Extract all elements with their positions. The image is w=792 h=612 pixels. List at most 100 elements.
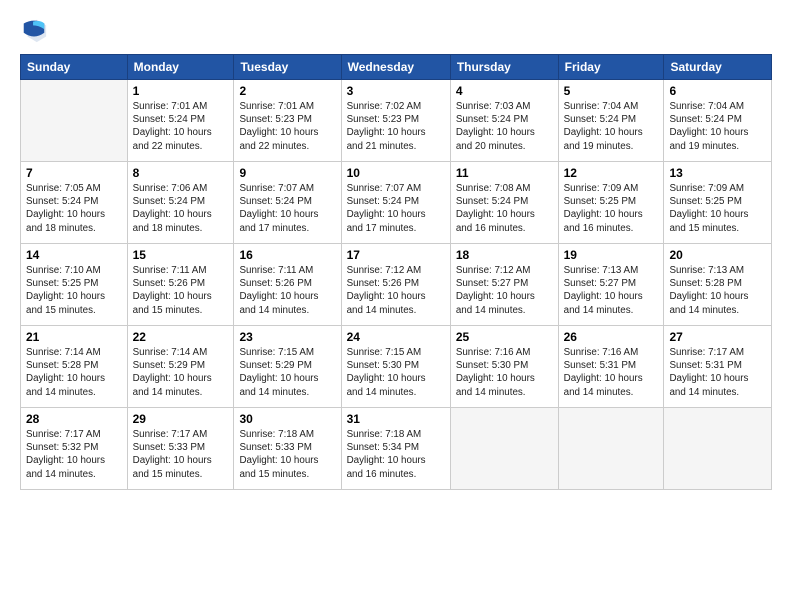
day-info: Sunrise: 7:17 AMSunset: 5:33 PMDaylight:…: [133, 428, 229, 481]
calendar-cell: 9 Sunrise: 7:07 AMSunset: 5:24 PMDaylight…: [234, 162, 341, 244]
week-row: 7Sunrise: 7:05 AMSunset: 5:24 PMDaylight…: [21, 162, 772, 244]
calendar-cell: 11 Sunrise: 7:08 AMSunset: 5:24 PMDayligh…: [450, 162, 558, 244]
day-number: 14: [26, 248, 122, 262]
day-info: Sunrise: 7:02 AMSunset: 5:23 PMDaylight:…: [347, 100, 445, 153]
calendar-cell: 30Sunrise: 7:18 AMSunset: 5:33 PMDayligh…: [234, 408, 341, 490]
weekday-header-cell: Sunday: [21, 55, 128, 80]
calendar-cell: 10Sunrise: 7:07 AMSunset: 5:24 PMDayligh…: [341, 162, 450, 244]
calendar-cell: 20 Sunrise: 7:13 AMSunset: 5:28 PMDayligh…: [664, 244, 772, 326]
calendar-cell: [664, 408, 772, 490]
weekday-header-cell: Wednesday: [341, 55, 450, 80]
day-info: Sunrise: 7:16 AMSunset: 5:30 PMDaylight:…: [456, 346, 553, 399]
calendar-cell: 4 Sunrise: 7:03 AMSunset: 5:24 PMDaylight…: [450, 80, 558, 162]
day-number: 13: [669, 166, 766, 180]
day-number: 29: [133, 412, 229, 426]
day-info: Sunrise: 7:06 AMSunset: 5:24 PMDaylight:…: [133, 182, 229, 235]
calendar-cell: 25Sunrise: 7:16 AMSunset: 5:30 PMDayligh…: [450, 326, 558, 408]
day-number: 31: [347, 412, 445, 426]
calendar-cell: [558, 408, 664, 490]
day-number: 4: [456, 84, 553, 98]
day-info: Sunrise: 7:04 AMSunset: 5:24 PMDaylight:…: [564, 100, 659, 153]
calendar-cell: 16 Sunrise: 7:11 AMSunset: 5:26 PMDayligh…: [234, 244, 341, 326]
weekday-header-row: SundayMondayTuesdayWednesdayThursdayFrid…: [21, 55, 772, 80]
day-info: Sunrise: 7:12 AMSunset: 5:26 PMDaylight:…: [347, 264, 445, 317]
day-info: Sunrise: 7:12 AMSunset: 5:27 PMDaylight:…: [456, 264, 553, 317]
calendar-cell: 5 Sunrise: 7:04 AMSunset: 5:24 PMDaylight…: [558, 80, 664, 162]
day-number: 18: [456, 248, 553, 262]
week-row: 14 Sunrise: 7:10 AMSunset: 5:25 PMDayligh…: [21, 244, 772, 326]
day-number: 22: [133, 330, 229, 344]
calendar-body: 1 Sunrise: 7:01 AMSunset: 5:24 PMDaylight…: [21, 80, 772, 490]
weekday-header-cell: Monday: [127, 55, 234, 80]
day-info: Sunrise: 7:10 AMSunset: 5:25 PMDaylight:…: [26, 264, 122, 317]
day-info: Sunrise: 7:14 AMSunset: 5:29 PMDaylight:…: [133, 346, 229, 399]
day-number: 8: [133, 166, 229, 180]
day-info: Sunrise: 7:09 AMSunset: 5:25 PMDaylight:…: [564, 182, 659, 235]
calendar-cell: 21 Sunrise: 7:14 AMSunset: 5:28 PMDayligh…: [21, 326, 128, 408]
day-info: Sunrise: 7:01 AMSunset: 5:23 PMDaylight:…: [239, 100, 335, 153]
day-info: Sunrise: 7:11 AMSunset: 5:26 PMDaylight:…: [239, 264, 335, 317]
header: [20, 16, 772, 44]
calendar-cell: 23 Sunrise: 7:15 AMSunset: 5:29 PMDayligh…: [234, 326, 341, 408]
day-info: Sunrise: 7:14 AMSunset: 5:28 PMDaylight:…: [26, 346, 122, 399]
day-info: Sunrise: 7:15 AMSunset: 5:29 PMDaylight:…: [239, 346, 335, 399]
calendar-cell: 31 Sunrise: 7:18 AMSunset: 5:34 PMDayligh…: [341, 408, 450, 490]
day-info: Sunrise: 7:03 AMSunset: 5:24 PMDaylight:…: [456, 100, 553, 153]
day-number: 1: [133, 84, 229, 98]
calendar-cell: [21, 80, 128, 162]
day-number: 5: [564, 84, 659, 98]
logo: [20, 16, 52, 44]
calendar-cell: 8 Sunrise: 7:06 AMSunset: 5:24 PMDaylight…: [127, 162, 234, 244]
day-info: Sunrise: 7:13 AMSunset: 5:28 PMDaylight:…: [669, 264, 766, 317]
day-number: 21: [26, 330, 122, 344]
day-number: 27: [669, 330, 766, 344]
weekday-header-cell: Tuesday: [234, 55, 341, 80]
calendar-cell: 2 Sunrise: 7:01 AMSunset: 5:23 PMDaylight…: [234, 80, 341, 162]
calendar-cell: 1 Sunrise: 7:01 AMSunset: 5:24 PMDaylight…: [127, 80, 234, 162]
day-number: 2: [239, 84, 335, 98]
page: SundayMondayTuesdayWednesdayThursdayFrid…: [0, 0, 792, 612]
day-info: Sunrise: 7:18 AMSunset: 5:33 PMDaylight:…: [239, 428, 335, 481]
day-info: Sunrise: 7:07 AMSunset: 5:24 PMDaylight:…: [239, 182, 335, 235]
day-info: Sunrise: 7:04 AMSunset: 5:24 PMDaylight:…: [669, 100, 766, 153]
day-number: 23: [239, 330, 335, 344]
day-number: 6: [669, 84, 766, 98]
day-number: 9: [239, 166, 335, 180]
day-number: 11: [456, 166, 553, 180]
calendar-cell: 14 Sunrise: 7:10 AMSunset: 5:25 PMDayligh…: [21, 244, 128, 326]
day-number: 28: [26, 412, 122, 426]
calendar-cell: 13 Sunrise: 7:09 AMSunset: 5:25 PMDayligh…: [664, 162, 772, 244]
calendar-cell: 28 Sunrise: 7:17 AMSunset: 5:32 PMDayligh…: [21, 408, 128, 490]
day-number: 19: [564, 248, 659, 262]
calendar-header: SundayMondayTuesdayWednesdayThursdayFrid…: [21, 55, 772, 80]
day-number: 16: [239, 248, 335, 262]
day-number: 26: [564, 330, 659, 344]
calendar-cell: 12Sunrise: 7:09 AMSunset: 5:25 PMDayligh…: [558, 162, 664, 244]
calendar-cell: 27 Sunrise: 7:17 AMSunset: 5:31 PMDayligh…: [664, 326, 772, 408]
calendar-cell: 22 Sunrise: 7:14 AMSunset: 5:29 PMDayligh…: [127, 326, 234, 408]
day-info: Sunrise: 7:08 AMSunset: 5:24 PMDaylight:…: [456, 182, 553, 235]
calendar-cell: 17 Sunrise: 7:12 AMSunset: 5:26 PMDayligh…: [341, 244, 450, 326]
day-number: 24: [347, 330, 445, 344]
calendar-cell: 3 Sunrise: 7:02 AMSunset: 5:23 PMDaylight…: [341, 80, 450, 162]
calendar-cell: 6 Sunrise: 7:04 AMSunset: 5:24 PMDaylight…: [664, 80, 772, 162]
week-row: 1 Sunrise: 7:01 AMSunset: 5:24 PMDaylight…: [21, 80, 772, 162]
day-info: Sunrise: 7:18 AMSunset: 5:34 PMDaylight:…: [347, 428, 445, 481]
day-info: Sunrise: 7:13 AMSunset: 5:27 PMDaylight:…: [564, 264, 659, 317]
logo-icon: [20, 16, 48, 44]
day-info: Sunrise: 7:01 AMSunset: 5:24 PMDaylight:…: [133, 100, 229, 153]
day-info: Sunrise: 7:09 AMSunset: 5:25 PMDaylight:…: [669, 182, 766, 235]
calendar-cell: 15Sunrise: 7:11 AMSunset: 5:26 PMDayligh…: [127, 244, 234, 326]
week-row: 21 Sunrise: 7:14 AMSunset: 5:28 PMDayligh…: [21, 326, 772, 408]
day-info: Sunrise: 7:05 AMSunset: 5:24 PMDaylight:…: [26, 182, 122, 235]
week-row: 28 Sunrise: 7:17 AMSunset: 5:32 PMDayligh…: [21, 408, 772, 490]
day-number: 17: [347, 248, 445, 262]
calendar-cell: 19 Sunrise: 7:13 AMSunset: 5:27 PMDayligh…: [558, 244, 664, 326]
day-info: Sunrise: 7:17 AMSunset: 5:31 PMDaylight:…: [669, 346, 766, 399]
day-info: Sunrise: 7:17 AMSunset: 5:32 PMDaylight:…: [26, 428, 122, 481]
day-number: 3: [347, 84, 445, 98]
calendar-cell: 18 Sunrise: 7:12 AMSunset: 5:27 PMDayligh…: [450, 244, 558, 326]
calendar-cell: [450, 408, 558, 490]
day-number: 20: [669, 248, 766, 262]
weekday-header-cell: Thursday: [450, 55, 558, 80]
